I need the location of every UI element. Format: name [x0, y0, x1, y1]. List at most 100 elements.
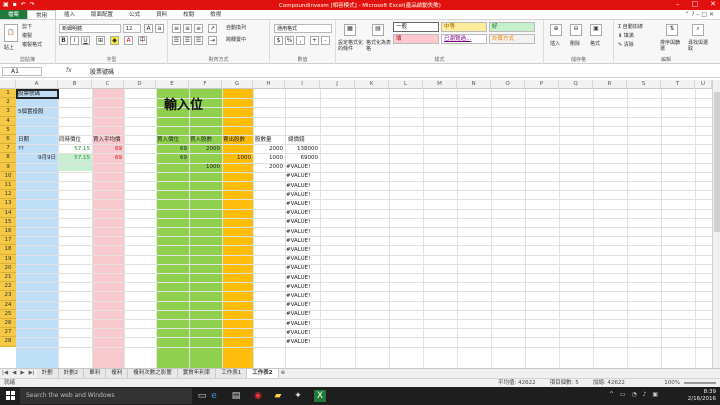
pinned-app-icon[interactable]: ✦ [292, 390, 304, 402]
first-sheet-icon[interactable]: |◀ [0, 369, 10, 378]
name-box[interactable]: A1 [2, 67, 42, 76]
delete-cells-icon[interactable]: ⊖ [570, 24, 582, 36]
format-table-button[interactable]: 格式化為表格 [366, 40, 392, 52]
taskbar-search-box[interactable]: Search the web and Windows [20, 388, 192, 404]
row-header[interactable]: 16 [0, 227, 16, 237]
next-sheet-icon[interactable]: ▶ [18, 369, 26, 378]
excel-taskbar-icon[interactable]: X [314, 390, 326, 402]
column-header-q[interactable]: Q [559, 80, 593, 89]
cell-f6[interactable]: 買入股數 [190, 136, 212, 145]
column-header-f[interactable]: F [189, 80, 222, 89]
wrap-text-button[interactable]: 自動換列 [226, 24, 246, 31]
cell-a1[interactable]: 股票號碼 [18, 90, 40, 99]
font-name-select[interactable]: 新細明體 [59, 24, 121, 33]
style-followed-hyperlink[interactable]: 已瀏覽過... [441, 34, 487, 44]
column-header-o[interactable]: O [491, 80, 525, 89]
folder-icon[interactable]: ▰ [272, 390, 284, 402]
column-header-c[interactable]: C [92, 80, 124, 89]
insert-cells-button[interactable]: 插入 [550, 40, 560, 47]
last-sheet-icon[interactable]: ▶| [27, 369, 37, 378]
shrink-font-icon[interactable]: a [155, 24, 164, 33]
row-header[interactable]: 12 [0, 190, 16, 200]
style-good[interactable]: 好 [489, 22, 535, 32]
column-header-j[interactable]: J [320, 80, 355, 89]
cell-i-value-error[interactable]: #VALUE! [286, 218, 310, 227]
edge-browser-icon[interactable]: e [208, 390, 220, 402]
cell-i-value-error[interactable]: #VALUE! [286, 246, 310, 255]
cell-i-value-error[interactable]: #VALUE! [286, 191, 310, 200]
tab-formulas[interactable]: 公式 [121, 10, 148, 19]
column-header-a[interactable]: A [16, 80, 58, 89]
find-select-button[interactable]: 尋找與選取 [688, 40, 710, 52]
indent-icon[interactable]: ⇥ [208, 36, 217, 45]
row-header[interactable]: 3 [0, 107, 16, 117]
tab-review[interactable]: 校閱 [175, 10, 202, 19]
decrease-decimal-icon[interactable]: - [321, 36, 330, 45]
find-select-icon[interactable]: ⌕ [692, 24, 704, 36]
chrome-icon[interactable]: ◉ [252, 390, 264, 402]
paste-icon[interactable]: 📋 [4, 24, 18, 42]
align-center-icon[interactable]: ☰ [183, 36, 192, 45]
paste-button[interactable]: 貼上 [4, 44, 14, 51]
cell-i-value-error[interactable]: #VALUE! [286, 329, 310, 338]
cell-f9[interactable]: 1000 [189, 163, 220, 172]
cell-i-value-error[interactable]: #VALUE! [286, 274, 310, 283]
ribbon-window-controls[interactable]: ⌃ ? – □ ✕ [684, 10, 720, 19]
cell-e8[interactable]: 69 [156, 154, 187, 163]
column-header-k[interactable]: K [355, 80, 389, 89]
taskbar-clock[interactable]: 8:39 2/16/2016 [688, 389, 716, 403]
row-header[interactable]: 25 [0, 309, 16, 319]
column-header-e[interactable]: E [156, 80, 189, 89]
cell-i-value-error[interactable]: #VALUE! [286, 301, 310, 310]
row-header[interactable]: 5 [0, 125, 16, 135]
row-header[interactable]: 14 [0, 208, 16, 218]
merge-center-button[interactable]: 跨欄置中 [226, 36, 246, 43]
column-header-b[interactable]: B [58, 80, 92, 89]
column-header-p[interactable]: P [525, 80, 559, 89]
minimize-icon[interactable]: – [676, 0, 680, 8]
row-header[interactable]: 20 [0, 263, 16, 273]
format-table-icon[interactable]: ▤ [372, 24, 384, 36]
vertical-scroll-thumb[interactable] [714, 92, 720, 232]
cell-i-value-error[interactable]: #VALUE! [286, 228, 310, 237]
column-header-g[interactable]: G [222, 80, 253, 89]
phonetic-icon[interactable]: 中 [138, 36, 147, 45]
row-header[interactable]: 9 [0, 162, 16, 172]
sheet-tab-compound-frequency[interactable]: 複利次數之影響 [128, 369, 178, 378]
cell-i-value-error[interactable]: #VALUE! [286, 172, 310, 181]
cell-h7[interactable]: 2000 [253, 145, 283, 154]
cell-g8[interactable]: 1000 [222, 154, 251, 163]
cell-i7[interactable]: 138000 [285, 145, 318, 154]
fill-color-icon[interactable]: ◆ [110, 36, 119, 45]
task-view-icon[interactable]: ▭ [196, 390, 208, 402]
row-header[interactable]: 27 [0, 328, 16, 338]
row-header[interactable]: 2 [0, 98, 16, 108]
font-size-select[interactable]: 12 [123, 24, 141, 33]
formula-input[interactable]: 股票號碼 [90, 67, 114, 76]
row-header[interactable]: 1 [0, 89, 16, 99]
fx-icon[interactable]: fx [66, 67, 72, 74]
column-header-s[interactable]: S [627, 80, 661, 89]
format-cells-button[interactable]: 格式 [590, 40, 600, 47]
row-header[interactable]: 22 [0, 282, 16, 292]
style-neutral[interactable]: 中等 [441, 22, 487, 32]
maximize-icon[interactable]: □ [692, 0, 699, 8]
row-header[interactable]: 11 [0, 181, 16, 191]
format-cells-icon[interactable]: ▣ [590, 24, 602, 36]
increase-decimal-icon[interactable]: + [310, 36, 319, 45]
orientation-icon[interactable]: ↗ [208, 24, 217, 33]
row-header[interactable]: 28 [0, 337, 16, 347]
cell-c7[interactable]: 69 [92, 145, 122, 154]
row-header[interactable]: 6 [0, 135, 16, 145]
sheet-tab-plan2[interactable]: 計劃2 [58, 369, 85, 378]
cell-e7[interactable]: 69 [156, 145, 187, 154]
prev-sheet-icon[interactable]: ◀ [10, 369, 18, 378]
cell-e2-title[interactable]: 輸入位 [164, 94, 203, 113]
number-format-select[interactable]: 通用格式 [274, 24, 332, 33]
cell-i-value-error[interactable]: #VALUE! [286, 292, 310, 301]
percent-icon[interactable]: % [285, 36, 294, 45]
style-calculation[interactable]: 計算方式 [489, 34, 535, 44]
currency-icon[interactable]: $ [274, 36, 283, 45]
column-header-l[interactable]: L [389, 80, 423, 89]
file-explorer-icon[interactable]: ▤ [230, 390, 242, 402]
